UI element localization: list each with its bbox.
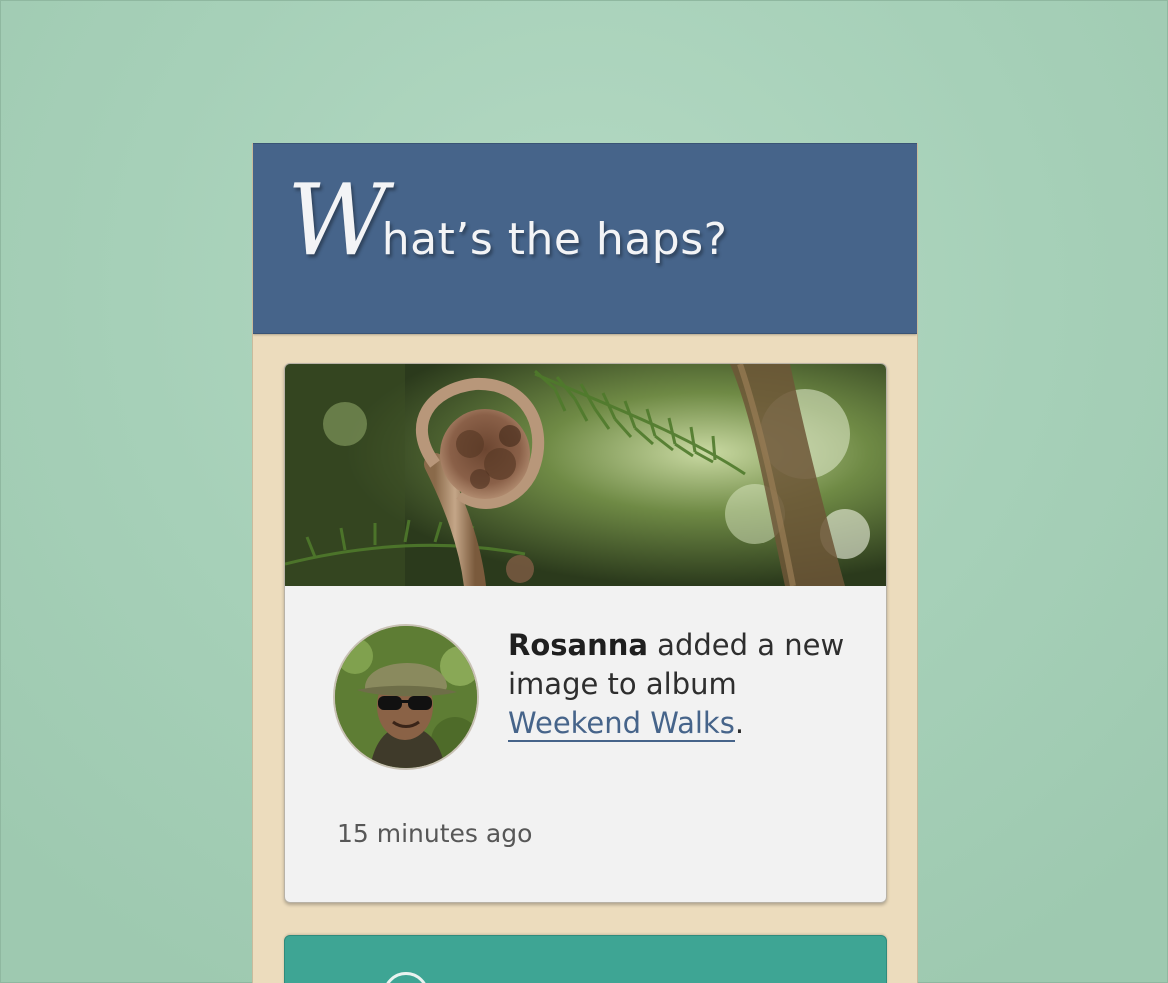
page-title-initial: W <box>287 164 388 278</box>
activity-trailing: . <box>734 706 745 740</box>
timestamp: 15 minutes ago <box>337 819 533 848</box>
feed-item[interactable]: Rosanna added a new image to album Weeke… <box>284 363 887 903</box>
feed-item-next[interactable] <box>284 935 887 983</box>
author-name[interactable]: Rosanna <box>508 628 648 662</box>
fern-photo[interactable] <box>285 364 886 586</box>
page-title: What’s the haps? <box>287 172 727 270</box>
album-link[interactable]: Weekend Walks <box>508 706 735 742</box>
page-title-text: hat’s the haps? <box>381 214 728 265</box>
feed-header: What’s the haps? <box>253 143 917 334</box>
activity-text: Rosanna added a new image to album Weeke… <box>508 626 868 743</box>
feed-panel: What’s the haps? Rosanna added a new ima… <box>252 143 918 983</box>
next-item-avatar-icon <box>383 972 429 983</box>
user-avatar-photo[interactable] <box>333 624 479 770</box>
